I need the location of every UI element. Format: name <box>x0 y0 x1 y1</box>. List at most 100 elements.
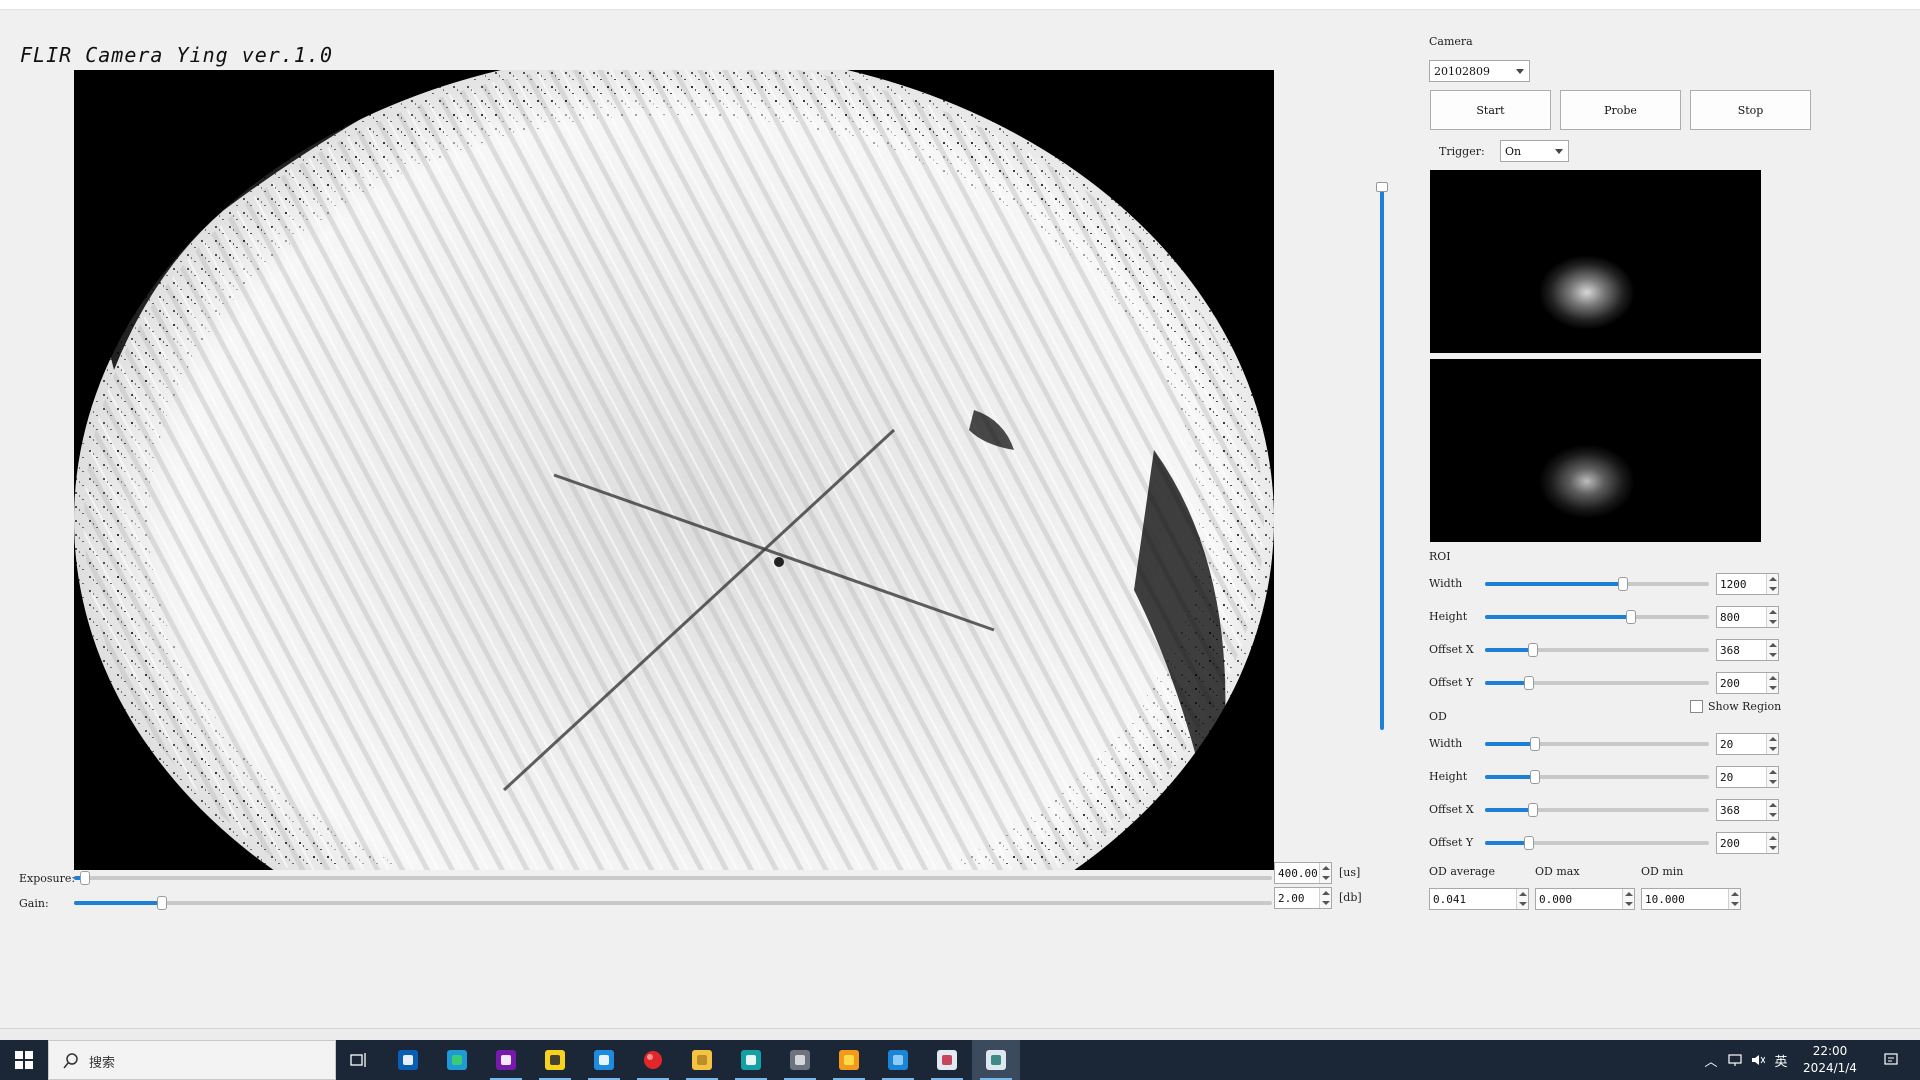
spin-up-icon[interactable] <box>1769 643 1777 647</box>
file-explorer-icon[interactable] <box>678 1040 726 1080</box>
roi-height-slider-handle[interactable] <box>1626 610 1636 624</box>
roi-width-slider-handle[interactable] <box>1618 577 1628 591</box>
od-width-spinbox-arrows[interactable] <box>1766 734 1778 754</box>
spin-down-icon[interactable] <box>1769 686 1777 690</box>
red-dot-app-icon[interactable] <box>629 1040 677 1080</box>
exposure-spin-arrows[interactable] <box>1319 863 1331 883</box>
spin-down-icon[interactable] <box>1769 653 1777 657</box>
spin-down-icon[interactable] <box>1769 620 1777 624</box>
gain-spin-arrows[interactable] <box>1319 888 1331 908</box>
spin-down-icon[interactable] <box>1769 780 1777 784</box>
spin-down-icon[interactable] <box>1731 902 1739 906</box>
flir-app-icon[interactable] <box>972 1040 1020 1080</box>
spin-down-icon[interactable] <box>1769 587 1777 591</box>
od-height-spinbox[interactable]: 20 <box>1716 766 1779 788</box>
spin-down-icon[interactable] <box>1322 901 1330 905</box>
exposure-slider[interactable] <box>74 871 1272 885</box>
od-offset-y-slider-handle[interactable] <box>1524 836 1534 850</box>
spin-down-icon[interactable] <box>1769 846 1777 850</box>
onenote-icon[interactable] <box>482 1040 530 1080</box>
roi-width-spinbox[interactable]: 1200 <box>1716 573 1779 595</box>
roi-offset-x-spinbox[interactable]: 368 <box>1716 639 1779 661</box>
network-icon[interactable] <box>1724 1040 1746 1080</box>
emoji-app-icon[interactable] <box>825 1040 873 1080</box>
roi-offset-y-slider[interactable] <box>1485 676 1709 690</box>
notification-center-icon[interactable] <box>1876 1040 1906 1080</box>
stop-button[interactable]: Stop <box>1690 90 1811 130</box>
image-scale-slider[interactable] <box>1376 182 1388 730</box>
roi-offset-y-spinbox[interactable]: 200 <box>1716 672 1779 694</box>
roi-height-spinbox[interactable]: 800 <box>1716 606 1779 628</box>
od-offset-y-spinbox[interactable]: 200 <box>1716 832 1779 854</box>
outlook-icon[interactable] <box>384 1040 432 1080</box>
od-offset-x-spinbox[interactable]: 368 <box>1716 799 1779 821</box>
spin-down-icon[interactable] <box>1322 876 1330 880</box>
vscode-icon[interactable] <box>580 1040 628 1080</box>
roi-width-spinbox-arrows[interactable] <box>1766 574 1778 594</box>
spin-down-icon[interactable] <box>1625 902 1633 906</box>
ime-indicator[interactable]: 英 <box>1770 1040 1792 1080</box>
spin-up-icon[interactable] <box>1769 803 1777 807</box>
roi-offset-y-slider-handle[interactable] <box>1524 676 1534 690</box>
paint-icon[interactable] <box>874 1040 922 1080</box>
gain-spinbox[interactable]: 2.00 <box>1274 887 1332 909</box>
show-region-checkbox[interactable] <box>1690 700 1703 713</box>
tray-overflow-icon[interactable]: ︿ <box>1700 1040 1722 1080</box>
spin-up-icon[interactable] <box>1322 891 1330 895</box>
exposure-spinbox[interactable]: 400.00 <box>1274 862 1332 884</box>
taskbar-clock[interactable]: 22:00 2024/1/4 <box>1790 1043 1870 1077</box>
spin-up-icon[interactable] <box>1769 676 1777 680</box>
edge-icon[interactable] <box>433 1040 481 1080</box>
od-offset-y-slider[interactable] <box>1485 836 1709 850</box>
roi-offset-x-slider[interactable] <box>1485 643 1709 657</box>
od-height-slider-handle[interactable] <box>1530 770 1540 784</box>
spin-down-icon[interactable] <box>1769 747 1777 751</box>
probe-button[interactable]: Probe <box>1560 90 1681 130</box>
od-height-slider[interactable] <box>1485 770 1709 784</box>
image-scale-slider-handle[interactable] <box>1376 182 1388 192</box>
exposure-slider-handle[interactable] <box>80 871 90 885</box>
arduino-icon[interactable] <box>727 1040 775 1080</box>
spin-up-icon[interactable] <box>1769 737 1777 741</box>
od-offset-x-slider[interactable] <box>1485 803 1709 817</box>
od-min-arrows[interactable] <box>1728 889 1740 909</box>
roi-height-slider[interactable] <box>1485 610 1709 624</box>
od-max-arrows[interactable] <box>1622 889 1634 909</box>
sticky-notes-icon[interactable] <box>531 1040 579 1080</box>
spin-up-icon[interactable] <box>1625 892 1633 896</box>
spin-up-icon[interactable] <box>1322 866 1330 870</box>
spin-up-icon[interactable] <box>1519 892 1527 896</box>
od-average-spinbox[interactable]: 0.041 <box>1429 888 1529 910</box>
spin-up-icon[interactable] <box>1731 892 1739 896</box>
od-max-spinbox[interactable]: 0.000 <box>1535 888 1635 910</box>
volume-muted-icon[interactable] <box>1747 1040 1769 1080</box>
roi-offset-y-spinbox-arrows[interactable] <box>1766 673 1778 693</box>
od-width-slider-handle[interactable] <box>1530 737 1540 751</box>
od-width-slider[interactable] <box>1485 737 1709 751</box>
od-offset-x-slider-handle[interactable] <box>1528 803 1538 817</box>
spin-down-icon[interactable] <box>1519 902 1527 906</box>
roi-offset-x-spinbox-arrows[interactable] <box>1766 640 1778 660</box>
trigger-select[interactable]: On <box>1500 140 1569 162</box>
gain-slider-handle[interactable] <box>157 896 167 910</box>
taskbar-search[interactable]: 搜索 <box>48 1040 336 1080</box>
camera-select[interactable]: 20102809 <box>1429 60 1530 82</box>
spin-down-icon[interactable] <box>1769 813 1777 817</box>
od-width-spinbox[interactable]: 20 <box>1716 733 1779 755</box>
od-offset-x-spinbox-arrows[interactable] <box>1766 800 1778 820</box>
spin-up-icon[interactable] <box>1769 836 1777 840</box>
od-average-arrows[interactable] <box>1516 889 1528 909</box>
gain-slider[interactable] <box>74 896 1272 910</box>
od-min-spinbox[interactable]: 10.000 <box>1641 888 1741 910</box>
od-offset-y-spinbox-arrows[interactable] <box>1766 833 1778 853</box>
od-height-spinbox-arrows[interactable] <box>1766 767 1778 787</box>
task-view-icon[interactable] <box>335 1040 383 1080</box>
start-menu-button[interactable] <box>0 1040 48 1080</box>
security-app-icon[interactable] <box>923 1040 971 1080</box>
spin-up-icon[interactable] <box>1769 770 1777 774</box>
virtual-machine-icon[interactable] <box>776 1040 824 1080</box>
spin-up-icon[interactable] <box>1769 577 1777 581</box>
roi-width-slider[interactable] <box>1485 577 1709 591</box>
roi-offset-x-slider-handle[interactable] <box>1528 643 1538 657</box>
spin-up-icon[interactable] <box>1769 610 1777 614</box>
